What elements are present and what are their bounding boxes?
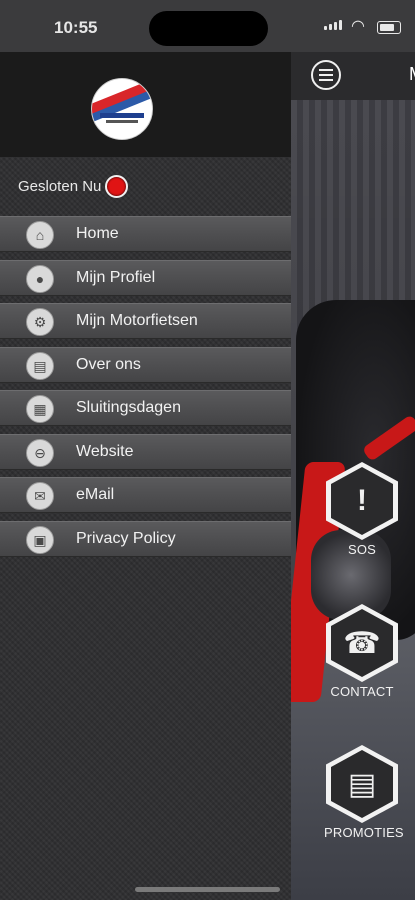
menu-item-mijn-profiel[interactable]: ● Mijn Profiel	[0, 259, 291, 296]
menu-item-label: Privacy Policy	[76, 529, 176, 547]
app-header: M	[291, 52, 415, 100]
promoties-button[interactable]: ▤ PROMOTIES	[324, 745, 404, 840]
status-indicator-icon	[105, 174, 129, 198]
opening-status-label: Gesloten Nu	[18, 177, 102, 195]
privacy-icon: ▣	[26, 525, 54, 554]
menu-item-sluitingsdagen[interactable]: ▦ Sluitingsdagen	[0, 390, 291, 426]
mail-icon: ✉	[26, 482, 54, 510]
app-title: M	[409, 64, 415, 85]
menu-item-label: Over ons	[76, 355, 141, 373]
globe-icon: ⊖	[26, 438, 54, 467]
menu-item-label: Home	[76, 225, 119, 242]
contact-button[interactable]: ☎ CONTACT	[324, 604, 400, 699]
promo-icon: ▤	[331, 750, 393, 818]
cellular-signal-icon	[324, 20, 342, 30]
side-drawer: 10:55 Gesloten Nu ⌂ Home ● Mijn Profiel …	[0, 0, 291, 900]
menu-item-label: Sluitingsdagen	[76, 399, 181, 416]
menu-item-label: Mijn Profiel	[76, 268, 156, 286]
contact-label: CONTACT	[330, 684, 394, 699]
dynamic-island	[149, 11, 268, 46]
status-time: 10:55	[54, 18, 98, 37]
menu-item-label: Website	[76, 442, 134, 460]
menu-toggle-button[interactable]	[311, 60, 341, 90]
menu-item-label: Mijn Motorfietsen	[76, 312, 198, 329]
menu-item-privacy-policy[interactable]: ▣ Privacy Policy	[0, 520, 291, 557]
calendar-icon: ▦	[26, 395, 54, 423]
shop-logo	[91, 78, 153, 140]
phone-icon: ☎	[331, 609, 393, 677]
battery-icon	[377, 21, 401, 34]
sos-button[interactable]: ! SOS	[324, 462, 400, 557]
info-icon: ▤	[26, 351, 54, 380]
home-icon: ⌂	[26, 221, 54, 249]
menu-item-over-ons[interactable]: ▤ Over ons	[0, 346, 291, 383]
menu-item-website[interactable]: ⊖ Website	[0, 433, 291, 470]
sos-label: SOS	[347, 542, 377, 557]
menu-item-label: eMail	[76, 486, 115, 503]
motorcycle-icon: ⚙	[26, 308, 54, 336]
profile-icon: ●	[26, 264, 54, 293]
menu-item-email[interactable]: ✉ eMail	[0, 477, 291, 513]
status-icons: ◠	[291, 0, 415, 52]
wifi-icon: ◠	[351, 18, 365, 35]
home-indicator[interactable]	[135, 887, 280, 892]
opening-status: Gesloten Nu	[18, 174, 129, 198]
sos-icon: !	[331, 467, 393, 535]
menu-item-home[interactable]: ⌂ Home	[0, 216, 291, 252]
promoties-label: PROMOTIES	[324, 825, 404, 840]
drawer-menu: ⌂ Home ● Mijn Profiel ⚙ Mijn Motorfietse…	[0, 216, 291, 564]
menu-item-mijn-motorfietsen[interactable]: ⚙ Mijn Motorfietsen	[0, 303, 291, 339]
main-screen: ◠ M ! SOS ☎ CONTACT ▤ PROMOTIES	[291, 0, 415, 900]
